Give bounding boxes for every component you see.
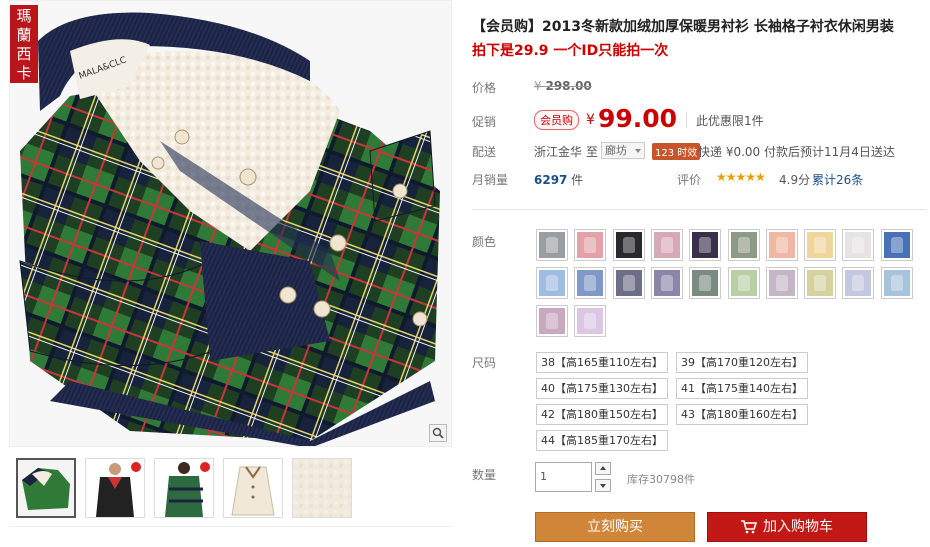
color-swatch[interactable]	[613, 267, 645, 299]
ship-from: 浙江金华	[534, 145, 583, 159]
color-swatch[interactable]	[651, 267, 683, 299]
price-label: 价格	[472, 81, 497, 95]
add-to-cart-button[interactable]: 加入购物车	[707, 512, 867, 542]
promo-divider	[686, 112, 687, 128]
cart-icon	[741, 520, 757, 534]
main-product-image[interactable]: 瑪蘭西卡 MALA&CLC	[9, 0, 452, 447]
size-option[interactable]: 42【高180重150左右】	[536, 404, 668, 425]
product-info: 【会员购】2013冬新款加绒加厚保暖男衬衫 长袖格子衬衣休闲男装 拍下是29.9…	[472, 0, 927, 547]
product-gallery: 瑪蘭西卡 MALA&CLC	[9, 0, 452, 547]
shipping-label: 配送	[472, 145, 497, 159]
stock-count: 库存30798件	[627, 473, 695, 486]
size-option[interactable]: 44【高185重170左右】	[536, 430, 668, 451]
chevron-down-icon	[635, 149, 641, 153]
color-swatch[interactable]	[804, 267, 836, 299]
color-swatch[interactable]	[689, 267, 721, 299]
size-option[interactable]: 43【高180重160左右】	[676, 404, 808, 425]
product-subtitle: 拍下是29.9 一个ID只能拍一次	[472, 43, 669, 59]
zoom-icon[interactable]	[429, 424, 447, 442]
thumbnail-4[interactable]	[223, 458, 283, 518]
color-swatch[interactable]	[574, 229, 606, 261]
member-promo-tag: 会员购	[534, 110, 579, 130]
shipping-detail: 快递 ¥0.00 付款后预计11月4日送达	[698, 145, 895, 159]
product-title: 【会员购】2013冬新款加绒加厚保暖男衬衫 长袖格子衬衣休闲男装	[472, 19, 894, 35]
star-rating-icon: ★★★★★	[716, 170, 766, 184]
color-swatch[interactable]	[536, 267, 568, 299]
shirt-illustration: MALA&CLC	[10, 1, 451, 446]
delivery-time-badge: 123 时效	[652, 143, 701, 160]
size-option[interactable]: 38【高165重110左右】	[536, 352, 668, 373]
color-swatch[interactable]	[728, 229, 760, 261]
color-swatch[interactable]	[766, 267, 798, 299]
size-option[interactable]: 41【高175重140左右】	[676, 378, 808, 399]
color-swatch[interactable]	[574, 267, 606, 299]
rating-label: 评价	[677, 173, 702, 187]
size-label: 尺码	[472, 356, 497, 370]
quantity-increase-button[interactable]	[595, 462, 611, 475]
promo-price: 99.00	[598, 104, 678, 133]
color-swatch[interactable]	[536, 229, 568, 261]
review-count-link[interactable]: 累计26条	[812, 171, 863, 188]
promo-limit: 此优惠限1件	[696, 114, 764, 128]
quantity-decrease-button[interactable]	[595, 479, 611, 492]
color-swatch[interactable]	[881, 267, 913, 299]
color-swatch[interactable]	[574, 305, 606, 337]
quantity-label: 数量	[472, 468, 497, 482]
color-swatch[interactable]	[689, 229, 721, 261]
color-swatch[interactable]	[881, 229, 913, 261]
color-swatch[interactable]	[613, 229, 645, 261]
color-label: 颜色	[472, 235, 497, 249]
promo-label: 促销	[472, 115, 497, 129]
brand-stamp: 瑪蘭西卡	[10, 5, 38, 83]
color-swatch[interactable]	[651, 229, 683, 261]
thumbnail-2[interactable]	[85, 458, 145, 518]
thumbnail-1[interactable]	[16, 458, 76, 518]
size-option[interactable]: 39【高170重120左右】	[676, 352, 808, 373]
quantity-input[interactable]: 1	[535, 462, 592, 492]
section-divider	[472, 209, 927, 210]
promo-currency: ¥	[586, 112, 595, 128]
monthly-sales: 6297 件	[534, 173, 584, 187]
buy-now-button[interactable]: 立刻购买	[535, 512, 695, 542]
original-price: ¥ 298.00	[534, 79, 592, 93]
color-swatch[interactable]	[766, 229, 798, 261]
gallery-divider	[9, 526, 452, 547]
sales-label: 月销量	[472, 173, 509, 187]
ship-destination-select[interactable]: 廊坊	[601, 142, 645, 159]
color-swatch[interactable]	[728, 267, 760, 299]
color-swatch[interactable]	[842, 229, 874, 261]
color-swatch[interactable]	[804, 229, 836, 261]
color-swatch[interactable]	[536, 305, 568, 337]
size-option[interactable]: 40【高175重130左右】	[536, 378, 668, 399]
ship-to-label: 至	[586, 145, 599, 159]
thumbnail-5[interactable]	[292, 458, 352, 518]
rating-score: 4.9分	[779, 173, 811, 187]
thumbnail-strip	[16, 458, 361, 518]
thumbnail-3[interactable]	[154, 458, 214, 518]
color-swatch[interactable]	[842, 267, 874, 299]
